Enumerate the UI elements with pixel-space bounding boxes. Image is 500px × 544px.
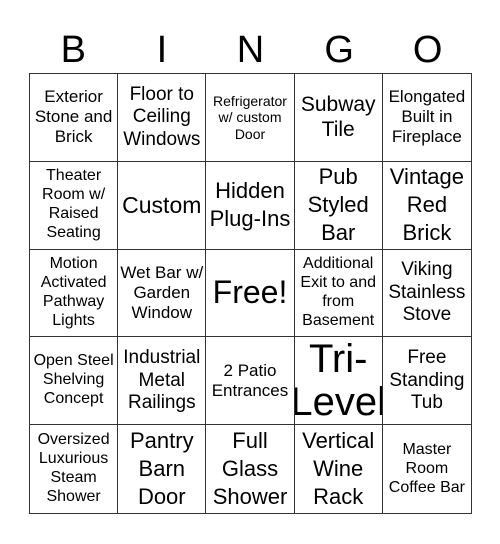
bingo-cell[interactable]: Additional Exit to and from Basement — [294, 249, 383, 338]
bingo-cell[interactable]: Tri-Level — [294, 337, 383, 426]
bingo-cell[interactable]: Master Room Coffee Bar — [383, 425, 471, 513]
bingo-cell[interactable]: Pantry Barn Door — [118, 425, 207, 513]
bingo-cell[interactable]: Custom — [118, 161, 207, 250]
bingo-cell[interactable]: Oversized Luxurious Steam Shower — [30, 425, 119, 513]
bingo-header: B I N G O — [29, 28, 472, 72]
bingo-cell[interactable]: Subway Tile — [294, 74, 383, 162]
header-letter-b: B — [60, 29, 86, 71]
bingo-cell[interactable]: Refrigerator w/ custom Door — [206, 74, 295, 162]
bingo-card-grid: Exterior Stone and Brick Floor to Ceilin… — [29, 73, 472, 514]
bingo-cell[interactable]: Theater Room w/ Raised Seating — [30, 161, 119, 250]
header-letter-g: G — [324, 29, 354, 71]
bingo-cell[interactable]: Viking Stainless Stove — [382, 250, 471, 338]
header-letter-i: I — [156, 29, 168, 71]
bingo-cell[interactable]: Open Steel Shelving Concept — [30, 337, 119, 426]
bingo-cell[interactable]: Vertical Wine Rack — [295, 425, 383, 513]
bingo-cell[interactable]: Motion Activated Pathway Lights — [30, 249, 119, 338]
free-space-cell[interactable]: Free! — [206, 249, 295, 338]
bingo-cell[interactable]: Hidden Plug-Ins — [206, 161, 295, 250]
bingo-cell[interactable]: Exterior Stone and Brick — [30, 74, 119, 162]
bingo-cell[interactable]: Full Glass Shower — [206, 425, 295, 513]
bingo-cell[interactable]: Wet Bar w/ Garden Window — [118, 249, 207, 338]
header-letter-n: N — [236, 29, 265, 71]
bingo-cell[interactable]: 2 Patio Entrances — [206, 337, 295, 426]
bingo-cell[interactable]: Floor to Ceiling Windows — [118, 74, 207, 162]
bingo-cell[interactable]: Vintage Red Brick — [382, 162, 471, 250]
bingo-cell[interactable]: Free Standing Tub — [382, 337, 471, 426]
header-letter-o: O — [412, 29, 443, 71]
bingo-cell[interactable]: Elongated Built in Fireplace — [382, 74, 471, 162]
bingo-cell[interactable]: Industrial Metal Railings — [118, 337, 207, 426]
bingo-cell[interactable]: Pub Styled Bar — [294, 161, 383, 250]
